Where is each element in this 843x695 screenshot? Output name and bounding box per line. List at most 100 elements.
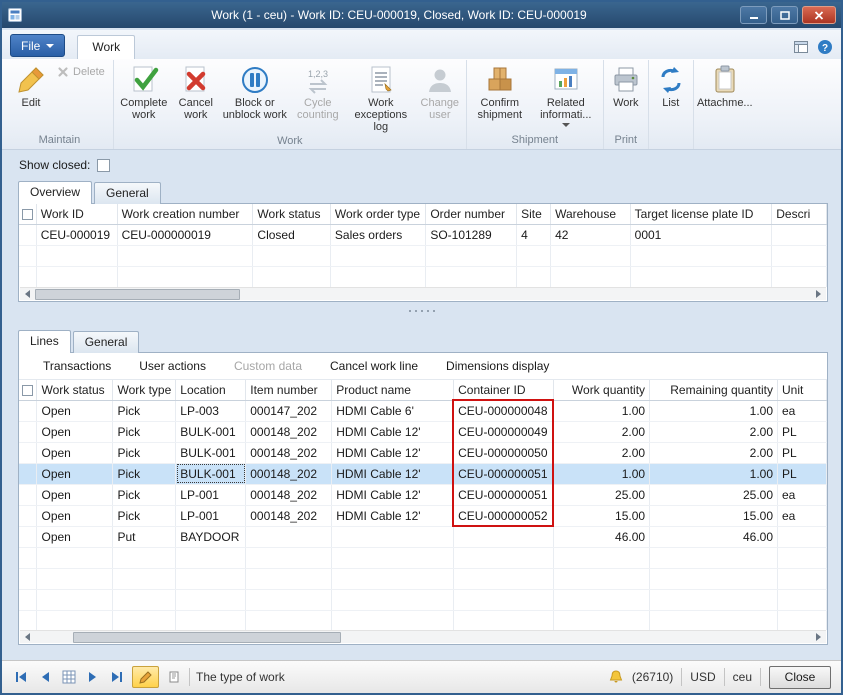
cell-work-id[interactable]: CEU-000019 bbox=[36, 224, 117, 245]
col-container-id[interactable]: Container ID bbox=[454, 380, 554, 400]
cell-work-quantity[interactable]: 25.00 bbox=[554, 484, 650, 505]
cell-unit[interactable]: ea bbox=[778, 505, 827, 526]
cell-work-quantity[interactable]: 1.00 bbox=[554, 463, 650, 484]
col-work-creation-number[interactable]: Work creation number bbox=[117, 204, 253, 224]
row-selector-cell[interactable] bbox=[19, 224, 36, 245]
cell-warehouse[interactable]: 42 bbox=[551, 224, 631, 245]
transactions-button[interactable]: Transactions bbox=[43, 359, 111, 373]
table-row[interactable]: CEU-000019 CEU-000000019 Closed Sales or… bbox=[19, 224, 827, 245]
block-unblock-work-button[interactable]: Block or unblock work bbox=[220, 60, 290, 122]
custom-data-button[interactable]: Custom data bbox=[234, 359, 302, 373]
col-site[interactable]: Site bbox=[517, 204, 551, 224]
row-selector-cell[interactable] bbox=[19, 400, 37, 421]
scrollbar-thumb[interactable] bbox=[35, 289, 240, 300]
titlebar[interactable]: Work (1 - ceu) - Work ID: CEU-000019, Cl… bbox=[2, 2, 841, 28]
scrollbar-thumb[interactable] bbox=[73, 632, 341, 643]
change-user-button[interactable]: Change user bbox=[416, 60, 464, 122]
close-window-button[interactable] bbox=[802, 6, 836, 24]
select-all-checkbox[interactable] bbox=[22, 209, 33, 220]
col-work-status[interactable]: Work status bbox=[253, 204, 331, 224]
cell-work-type[interactable]: Pick bbox=[113, 421, 176, 442]
cell-product-name[interactable]: HDMI Cable 12' bbox=[332, 463, 454, 484]
cell-work-status[interactable]: Open bbox=[37, 400, 113, 421]
cell-work-type[interactable]: Pick bbox=[113, 505, 176, 526]
tab-overview[interactable]: Overview bbox=[18, 181, 92, 204]
cell-remaining-quantity[interactable]: 1.00 bbox=[650, 400, 778, 421]
cell-work-status[interactable]: Closed bbox=[253, 224, 331, 245]
col-product-name[interactable]: Product name bbox=[332, 380, 454, 400]
cell-work-quantity[interactable]: 1.00 bbox=[554, 400, 650, 421]
user-actions-button[interactable]: User actions bbox=[139, 359, 206, 373]
cell-item-number[interactable]: 000148_202 bbox=[246, 442, 332, 463]
cell-work-creation-number[interactable]: CEU-000000019 bbox=[117, 224, 253, 245]
layout-toggle-icon[interactable] bbox=[793, 39, 809, 55]
table-row-selected[interactable]: Open Pick BULK-001 000148_202 HDMI Cable… bbox=[19, 463, 827, 484]
last-record-button[interactable] bbox=[108, 668, 126, 686]
notification-count[interactable]: (26710) bbox=[632, 670, 673, 684]
horizontal-scrollbar[interactable] bbox=[20, 287, 826, 300]
row-selector-cell[interactable] bbox=[19, 505, 37, 526]
row-selector-cell[interactable] bbox=[19, 421, 37, 442]
cell-item-number[interactable]: 000148_202 bbox=[246, 463, 332, 484]
cell-remaining-quantity[interactable]: 15.00 bbox=[650, 505, 778, 526]
cell-work-quantity[interactable]: 2.00 bbox=[554, 421, 650, 442]
table-row[interactable]: Open Pick LP-001 000148_202 HDMI Cable 1… bbox=[19, 505, 827, 526]
col-work-id[interactable]: Work ID bbox=[36, 204, 117, 224]
tab-lines[interactable]: Lines bbox=[18, 330, 71, 353]
tab-general-lines[interactable]: General bbox=[73, 331, 140, 353]
cell-item-number[interactable]: 000147_202 bbox=[246, 400, 332, 421]
cycle-counting-button[interactable]: 1,2,3 Cycle counting bbox=[290, 60, 346, 122]
cell-remaining-quantity[interactable]: 2.00 bbox=[650, 442, 778, 463]
col-warehouse[interactable]: Warehouse bbox=[551, 204, 631, 224]
cell-unit[interactable]: ea bbox=[778, 484, 827, 505]
cell-target-license-plate-id[interactable]: 0001 bbox=[630, 224, 772, 245]
cell-work-status[interactable]: Open bbox=[37, 505, 113, 526]
row-selector-cell[interactable] bbox=[19, 463, 37, 484]
cell-item-number[interactable] bbox=[246, 526, 332, 547]
cell-remaining-quantity[interactable]: 46.00 bbox=[650, 526, 778, 547]
horizontal-scrollbar[interactable] bbox=[20, 630, 826, 643]
col-order-number[interactable]: Order number bbox=[426, 204, 517, 224]
col-description[interactable]: Descri bbox=[772, 204, 827, 224]
scroll-right-button[interactable] bbox=[811, 631, 826, 644]
table-row[interactable]: Open Pick LP-003 000147_202 HDMI Cable 6… bbox=[19, 400, 827, 421]
select-all-checkbox[interactable] bbox=[22, 385, 33, 396]
cell-work-quantity[interactable]: 15.00 bbox=[554, 505, 650, 526]
cell-unit[interactable]: ea bbox=[778, 400, 827, 421]
table-row[interactable]: Open Put BAYDOOR 46.00 46.00 bbox=[19, 526, 827, 547]
grid-view-button[interactable] bbox=[60, 668, 78, 686]
cell-site[interactable]: 4 bbox=[517, 224, 551, 245]
first-record-button[interactable] bbox=[12, 668, 30, 686]
cell-product-name[interactable]: HDMI Cable 12' bbox=[332, 421, 454, 442]
cell-location[interactable]: LP-001 bbox=[176, 505, 246, 526]
cell-work-status[interactable]: Open bbox=[37, 421, 113, 442]
cell-order-number[interactable]: SO-101289 bbox=[426, 224, 517, 245]
cell-unit[interactable]: PL bbox=[778, 442, 827, 463]
cell-unit[interactable] bbox=[778, 526, 827, 547]
cancel-work-line-button[interactable]: Cancel work line bbox=[330, 359, 418, 373]
company-label[interactable]: ceu bbox=[733, 670, 752, 684]
cell-unit[interactable]: PL bbox=[778, 463, 827, 484]
print-work-button[interactable]: Work bbox=[606, 60, 646, 110]
previous-record-button[interactable] bbox=[36, 668, 54, 686]
cell-location[interactable]: LP-001 bbox=[176, 484, 246, 505]
cell-item-number[interactable]: 000148_202 bbox=[246, 505, 332, 526]
cell-work-quantity[interactable]: 2.00 bbox=[554, 442, 650, 463]
minimize-button[interactable] bbox=[740, 6, 767, 24]
cell-product-name[interactable]: HDMI Cable 12' bbox=[332, 484, 454, 505]
cell-work-status[interactable]: Open bbox=[37, 526, 113, 547]
cell-product-name[interactable]: HDMI Cable 12' bbox=[332, 505, 454, 526]
col-work-type[interactable]: Work type bbox=[113, 380, 176, 400]
maximize-button[interactable] bbox=[771, 6, 798, 24]
col-work-order-type[interactable]: Work order type bbox=[330, 204, 425, 224]
row-selector-cell[interactable] bbox=[19, 526, 37, 547]
cell-item-number[interactable]: 000148_202 bbox=[246, 484, 332, 505]
table-row[interactable]: Open Pick BULK-001 000148_202 HDMI Cable… bbox=[19, 442, 827, 463]
cell-work-type[interactable]: Pick bbox=[113, 442, 176, 463]
cell-container-id[interactable]: CEU-000000051 bbox=[454, 484, 554, 505]
cell-location[interactable]: BAYDOOR bbox=[176, 526, 246, 547]
table-row[interactable]: Open Pick BULK-001 000148_202 HDMI Cable… bbox=[19, 421, 827, 442]
delete-button[interactable]: Delete bbox=[54, 60, 111, 79]
currency-label[interactable]: USD bbox=[690, 670, 715, 684]
tab-general-header[interactable]: General bbox=[94, 182, 161, 204]
